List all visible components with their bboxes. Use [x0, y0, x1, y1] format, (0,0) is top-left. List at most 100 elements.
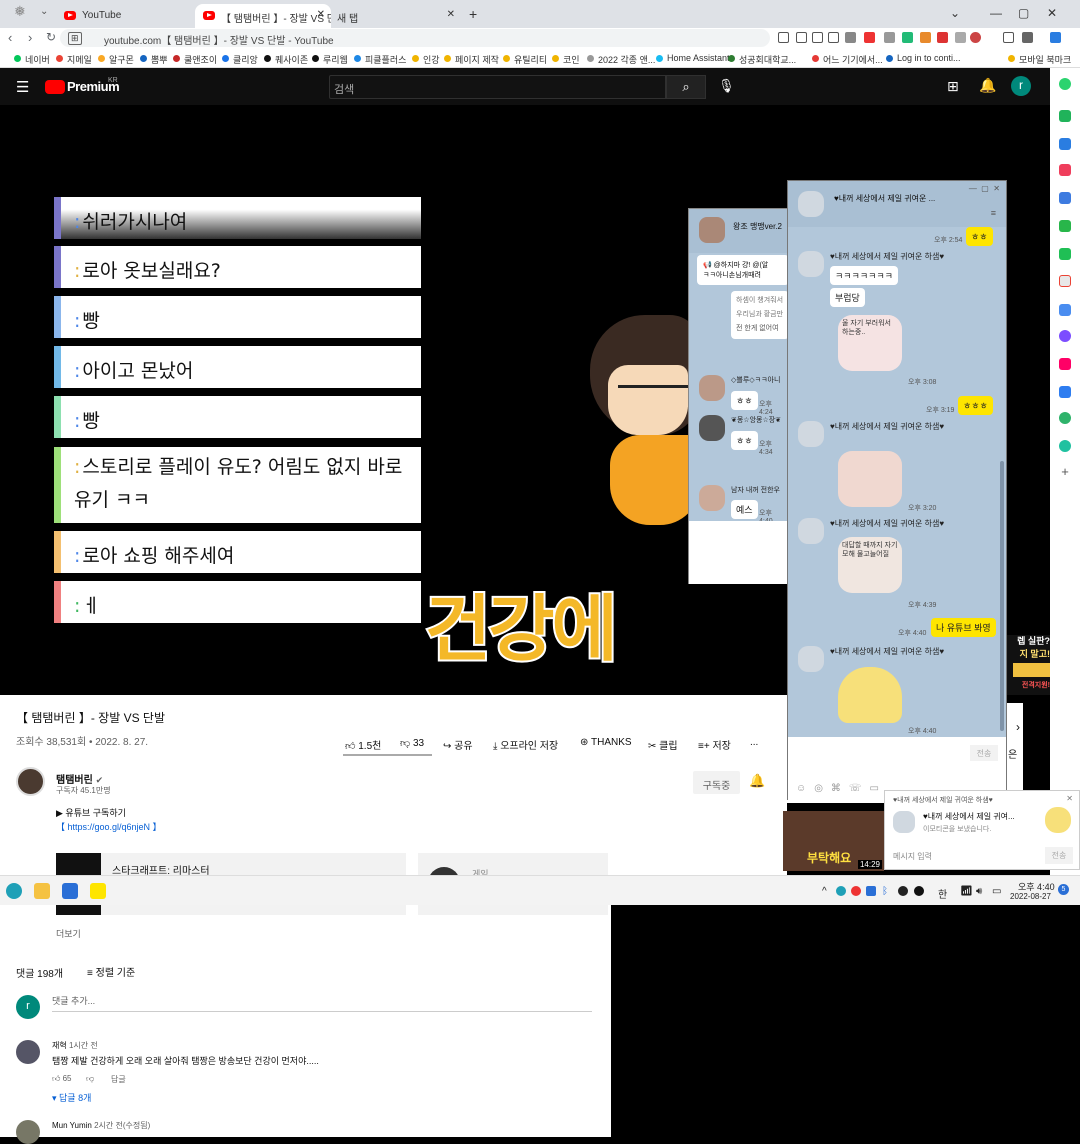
chat-tool-icons[interactable]: ☺◎⌘☏▭	[796, 783, 887, 794]
desc-link[interactable]: 【 https://goo.gl/q6njeN 】	[56, 820, 162, 833]
maximize-icon[interactable]: ▢	[1018, 6, 1029, 20]
notification-bell-icon[interactable]: 🔔	[749, 773, 765, 789]
tray-app-icon[interactable]	[851, 886, 861, 896]
notice-banner[interactable]: 📢 @하지마 걍! @(알 ㅋㅋ아니손님개때려	[697, 255, 789, 285]
bookmark-item[interactable]: 쿨앤조이	[173, 53, 217, 66]
tray-app-icon[interactable]	[836, 886, 846, 896]
bluetooth-icon[interactable]: ᛒ	[882, 886, 888, 897]
tab-search-icon[interactable]: ⌄	[950, 6, 960, 20]
volume-icon[interactable]: 🔊︎	[976, 886, 982, 897]
bookmark-item[interactable]: 퀘사이존	[264, 53, 308, 66]
notification-send-button[interactable]: 전송	[1045, 847, 1073, 864]
bookmark-folder[interactable]: 페이지 제작	[444, 53, 499, 66]
close-window-icon[interactable]: ✕	[1047, 6, 1057, 20]
bookmark-folder[interactable]: 유틸리티	[503, 53, 547, 66]
tab-video-active[interactable]: 【 탬탬버린 】- 장발 VS 단발 - YouTube✕	[195, 4, 331, 28]
mail-icon[interactable]	[62, 883, 78, 899]
app-icon[interactable]	[1059, 386, 1071, 398]
comment-dislike-icon[interactable]: 👎︎	[86, 1074, 94, 1084]
battery-icon[interactable]: ▭	[992, 886, 1001, 897]
comment-avatar[interactable]	[16, 1120, 40, 1144]
add-comment-input[interactable]: 댓글 추가...	[52, 994, 592, 1012]
bookmark-star-icon[interactable]	[828, 32, 839, 43]
voice-search-icon[interactable]: 🎙	[718, 78, 735, 94]
tray-app-icon[interactable]	[914, 886, 924, 896]
bookmark-item[interactable]: Home Assistant	[656, 53, 730, 63]
share-icon[interactable]	[796, 32, 807, 43]
app-icon[interactable]	[1059, 248, 1071, 260]
message-input-area[interactable]	[689, 521, 787, 584]
notification-reply-input[interactable]: 메시지 입력	[893, 851, 932, 862]
app-icon[interactable]	[1059, 110, 1071, 122]
wifi-icon[interactable]: 📶︎	[960, 886, 973, 897]
clip-button[interactable]: ✂ 클립	[648, 737, 678, 752]
scrollbar[interactable]	[1000, 461, 1004, 731]
window-controls[interactable]: — ▢ ✕	[969, 184, 1000, 193]
offline-save-button[interactable]: ⤓ 오프라인 저장	[493, 737, 558, 752]
create-video-icon[interactable]: ⊞	[947, 78, 959, 95]
chat-menu-icon[interactable]: ≡	[991, 208, 996, 218]
close-tab-icon[interactable]: ✕	[317, 9, 325, 20]
forward-icon[interactable]: ›	[28, 30, 32, 45]
like-button[interactable]: 👍︎ 1.5천	[345, 737, 381, 752]
edge-sidebar-icon[interactable]	[1050, 32, 1061, 43]
show-more-button[interactable]: 더보기	[56, 927, 81, 940]
file-explorer-icon[interactable]	[34, 883, 50, 899]
app-icon[interactable]	[1059, 138, 1071, 150]
app-icon[interactable]	[1059, 164, 1071, 176]
extension-icon[interactable]	[884, 32, 895, 43]
view-replies-button[interactable]: ▾ 답글 8개	[52, 1091, 91, 1104]
kakaotalk-icon[interactable]	[90, 883, 106, 899]
app-icon[interactable]	[1059, 304, 1071, 316]
bookmark-item[interactable]: 성공회대학교...	[728, 53, 796, 66]
kakaotalk-notification[interactable]: ♥내꺼 세상에서 제일 귀여운 하샘♥ ✕ ♥내꺼 세상에서 제일 귀여... …	[884, 790, 1080, 870]
screenshot-icon[interactable]	[778, 32, 789, 43]
extension-icon[interactable]	[902, 32, 913, 43]
bookmark-item[interactable]: 어느 기기에서...	[812, 53, 883, 66]
app-icon[interactable]	[1059, 412, 1071, 424]
window-menu-icon[interactable]: ❅	[14, 3, 38, 23]
ime-indicator[interactable]: 한	[938, 886, 947, 901]
dislike-button[interactable]: 👎︎ 33	[400, 737, 424, 749]
tab-new[interactable]: 새 탭 ✕	[331, 4, 461, 28]
more-actions-button[interactable]: ...	[750, 737, 758, 748]
kakaotalk-chat-window[interactable]: ♥내꺼 세상에서 제일 귀여운 ... — ▢ ✕ ≡ 오후 2:54 ㅎㅎ ♥…	[787, 180, 1007, 800]
metamask-extension-icon[interactable]	[920, 32, 931, 43]
translate-icon[interactable]	[812, 32, 823, 43]
reload-icon[interactable]: ↻	[46, 30, 56, 44]
bookmark-item[interactable]: Log in to conti...	[886, 53, 961, 63]
app-icon[interactable]	[1059, 220, 1071, 232]
sort-button[interactable]: ≡ 정렬 기준	[87, 964, 135, 979]
bookmark-item[interactable]: 알구몬	[98, 53, 134, 66]
comment-reply-button[interactable]: 답글	[111, 1074, 126, 1085]
bookmark-item[interactable]: 피클플러스	[354, 53, 406, 66]
share-button[interactable]: ↪ 공유	[443, 737, 473, 752]
app-icon[interactable]	[1059, 358, 1071, 370]
notifications-bell-icon[interactable]: 🔔	[979, 77, 996, 94]
app-icon[interactable]	[1059, 78, 1071, 90]
rec-thumbnail[interactable]: 부탁해요 14:29	[783, 811, 884, 871]
tab-youtube[interactable]: YouTube	[56, 4, 194, 28]
app-icon[interactable]	[1059, 440, 1071, 452]
tray-chevron-icon[interactable]: ^	[822, 886, 827, 897]
search-button[interactable]: ⌕	[666, 75, 706, 99]
hamburger-menu-icon[interactable]: ☰	[16, 78, 29, 96]
subscribed-button[interactable]: 구독중	[693, 771, 740, 794]
bookmark-folder[interactable]: 코인	[552, 53, 580, 66]
back-icon[interactable]: ‹	[8, 30, 12, 45]
minimize-icon[interactable]: —	[990, 6, 1002, 20]
bookmark-folder[interactable]: 모바일 북마크	[1008, 53, 1071, 66]
add-app-icon[interactable]: +	[1059, 465, 1071, 478]
channel-avatar[interactable]	[16, 767, 45, 796]
bookmark-item[interactable]: 지메일	[56, 53, 92, 66]
profile-avatar-icon[interactable]	[970, 32, 981, 43]
new-tab-icon[interactable]: +	[469, 6, 477, 22]
tray-app-icon[interactable]	[866, 886, 876, 896]
url-field[interactable]: ⊞ youtube.com【 탬탬버린 】- 장발 VS 단발 - YouTub…	[60, 29, 770, 47]
notification-badge[interactable]: 5	[1058, 884, 1069, 895]
edge-browser-icon[interactable]	[6, 883, 22, 899]
puzzle-extensions-icon[interactable]	[955, 32, 966, 43]
tab-list-icon[interactable]: ⌄	[40, 6, 48, 17]
notification-close-icon[interactable]: ✕	[1066, 794, 1073, 803]
comment-like-button[interactable]: 👍︎ 65	[52, 1074, 72, 1084]
